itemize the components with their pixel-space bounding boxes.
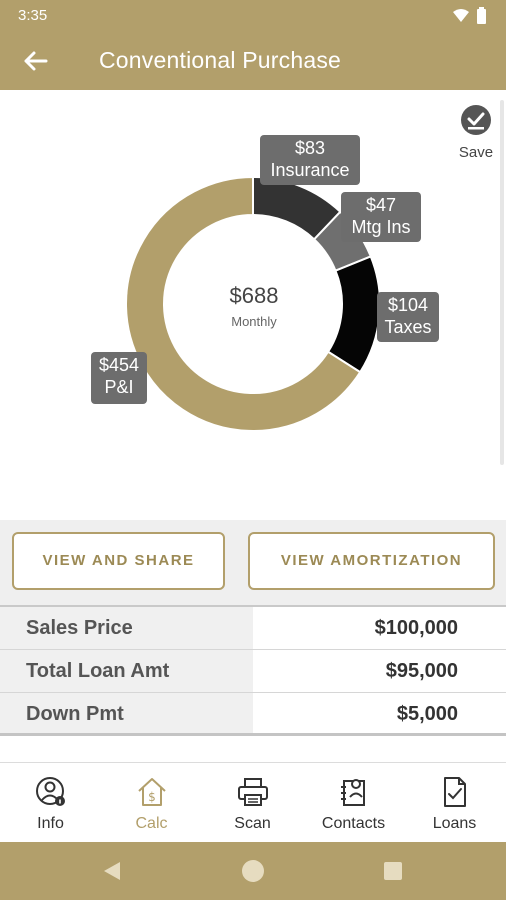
slice-label-pi: $454 P&I (91, 352, 147, 404)
status-bar: 3:35 (0, 0, 506, 32)
status-time: 3:35 (18, 7, 48, 24)
nav-label: Contacts (321, 815, 386, 832)
slice-amount: $104 (387, 295, 429, 315)
nav-label: Calc (135, 815, 168, 832)
app-bar: Conventional Purchase (0, 32, 506, 90)
donut-center-label: Monthly (231, 314, 277, 329)
view-and-share-button[interactable]: VIEW AND SHARE (12, 532, 225, 590)
row-value[interactable]: $100,000 (375, 607, 458, 649)
contacts-icon (341, 779, 365, 806)
system-nav-icons (104, 860, 402, 882)
nav-item-calc[interactable]: $ Calc (101, 763, 202, 843)
save-label: Save (458, 144, 494, 161)
slice-amount: $454 (98, 355, 140, 375)
nav-item-scan[interactable]: Scan (202, 763, 303, 843)
slice-name: Mtg Ins (351, 217, 411, 237)
slice-name: P&I (104, 377, 134, 397)
row-label: Down Pmt (0, 693, 253, 735)
nav-item-info[interactable]: Info (0, 763, 101, 843)
house-dollar-icon: $ (138, 778, 166, 806)
donut-slice-taxes[interactable] (326, 255, 381, 374)
nav-label: Loans (432, 815, 477, 832)
bottom-nav: Info $ Calc Scan Contacts Loans (0, 762, 506, 842)
row-value[interactable]: $5,000 (397, 693, 458, 735)
row-value[interactable]: $95,000 (386, 650, 458, 692)
slice-label-mtg-ins: $47 Mtg Ins (341, 192, 421, 242)
home-circle-icon (242, 860, 264, 882)
back-arrow-icon (24, 51, 48, 71)
nav-item-loans[interactable]: Loans (404, 763, 505, 843)
checkmark-circle-icon (461, 105, 491, 135)
system-nav-bar (0, 842, 506, 900)
donut-center-value: $688 (229, 283, 279, 308)
back-triangle-icon (104, 862, 120, 880)
nav-label: Info (37, 815, 64, 832)
document-check-icon (444, 777, 466, 807)
table-divider (0, 733, 506, 736)
row-label: Total Loan Amt (0, 650, 253, 692)
recents-square-icon (384, 862, 402, 880)
nav-label: Scan (234, 815, 271, 832)
slice-amount: $47 (365, 195, 397, 215)
view-amortization-button[interactable]: VIEW AMORTIZATION (248, 532, 495, 590)
status-icons (452, 7, 492, 30)
svg-text:$: $ (148, 790, 156, 804)
slice-name: Insurance (270, 160, 350, 180)
slice-amount: $83 (294, 138, 326, 158)
save-button[interactable]: Save (453, 104, 499, 162)
page-title: Conventional Purchase (99, 47, 342, 73)
wifi-battery-icon (453, 7, 486, 24)
row-label: Sales Price (0, 607, 253, 649)
table-row: Sales Price $100,000 (0, 607, 506, 650)
nav-item-contacts[interactable]: Contacts (303, 763, 404, 843)
printer-icon (238, 778, 268, 806)
table-row: Total Loan Amt $95,000 (0, 650, 506, 693)
table-row: Down Pmt $5,000 (0, 693, 506, 736)
loan-summary-table: Sales Price $100,000 Total Loan Amt $95,… (0, 605, 506, 736)
slice-label-taxes: $104 Taxes (377, 292, 439, 342)
slice-label-insurance: $83 Insurance (260, 135, 360, 185)
slice-name: Taxes (384, 317, 432, 337)
back-button[interactable] (18, 44, 52, 78)
info-user-icon (36, 777, 65, 806)
